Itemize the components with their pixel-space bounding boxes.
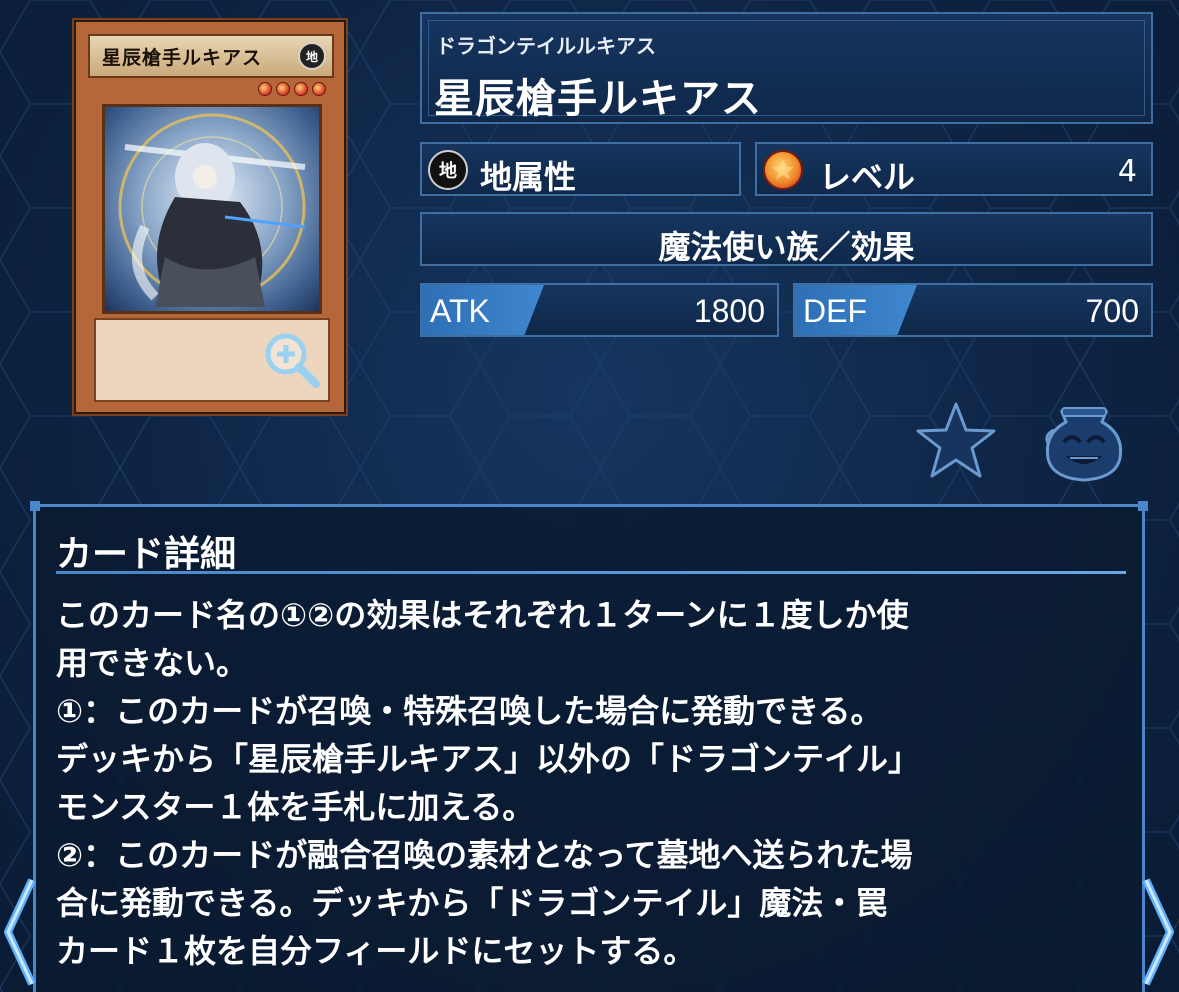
detail-divider <box>56 571 1126 574</box>
effect-line: このカード名の①②の効果はそれぞれ１ターンに１度しか使 <box>56 596 909 634</box>
effect-line: カード１枚を自分フィールドにセットする。 <box>56 932 696 970</box>
card-artwork <box>102 104 322 314</box>
star-icon[interactable] <box>915 400 997 480</box>
earth-attribute-icon: 地 <box>428 150 468 190</box>
card-image-title-bar: 星辰槍手ルキアス 地 <box>88 34 334 78</box>
effect-line: 用できない。 <box>56 644 249 682</box>
atk-label: ATK <box>430 293 490 329</box>
effect-line: デッキから「星辰槍手ルキアス」以外の「ドラゴンテイル」 <box>56 740 921 778</box>
level-star-icon <box>763 150 803 190</box>
card-image-attribute-icon: 地 <box>298 42 326 70</box>
frame-corner <box>1138 501 1148 511</box>
frame-corner <box>30 501 40 511</box>
card-name-panel: ドラゴンテイルルキアス 星辰槍手ルキアス <box>420 12 1153 124</box>
level-star <box>258 82 272 96</box>
card-name-reading: ドラゴンテイルルキアス <box>436 34 656 58</box>
level-value: 4 <box>1117 154 1137 189</box>
pot-of-greed-icon[interactable] <box>1040 402 1128 482</box>
card-name: 星辰槍手ルキアス <box>434 76 762 122</box>
chevron-right-icon[interactable] <box>1142 876 1176 988</box>
atk-panel: ATK 1800 <box>420 283 779 337</box>
level-star <box>276 82 290 96</box>
card-image[interactable]: 星辰槍手ルキアス 地 <box>72 18 348 416</box>
zoom-in-icon[interactable] <box>260 328 322 390</box>
level-star <box>294 82 308 96</box>
card-image-level-stars <box>258 82 326 96</box>
level-label: レベル <box>819 158 916 196</box>
effect-line: ①：このカードが召喚・特殊召喚した場合に発動できる。 <box>56 692 883 730</box>
effect-line: 合に発動できる。デッキから「ドラゴンテイル」魔法・罠 <box>56 884 888 922</box>
star-glyph <box>772 159 794 180</box>
def-label: DEF <box>803 293 867 329</box>
card-type: 魔法使い族／効果 <box>658 228 915 266</box>
artwork-illustration <box>118 113 306 307</box>
detail-title: カード詳細 <box>56 534 237 575</box>
type-panel: 魔法使い族／効果 <box>420 212 1153 266</box>
attribute-label: 地属性 <box>480 158 577 196</box>
level-panel: レベル 4 <box>755 142 1153 196</box>
def-value: 700 <box>1085 293 1139 329</box>
card-detail-box: カード詳細 このカード名の①②の効果はそれぞれ１ターンに１度しか使 用できない。… <box>30 501 1148 992</box>
level-star <box>312 82 326 96</box>
card-effect-text: このカード名の①②の効果はそれぞれ１ターンに１度しか使 用できない。 ①：このカ… <box>56 591 1136 975</box>
atk-value: 1800 <box>693 293 765 329</box>
effect-line: モンスター１体を手札に加える。 <box>56 788 535 826</box>
effect-line: ②：このカードが融合召喚の素材となって墓地へ送られた場 <box>56 836 913 874</box>
def-panel: DEF 700 <box>793 283 1153 337</box>
card-image-title: 星辰槍手ルキアス <box>102 46 263 69</box>
attribute-panel: 地 地属性 <box>420 142 741 196</box>
chevron-left-icon[interactable] <box>2 876 36 988</box>
